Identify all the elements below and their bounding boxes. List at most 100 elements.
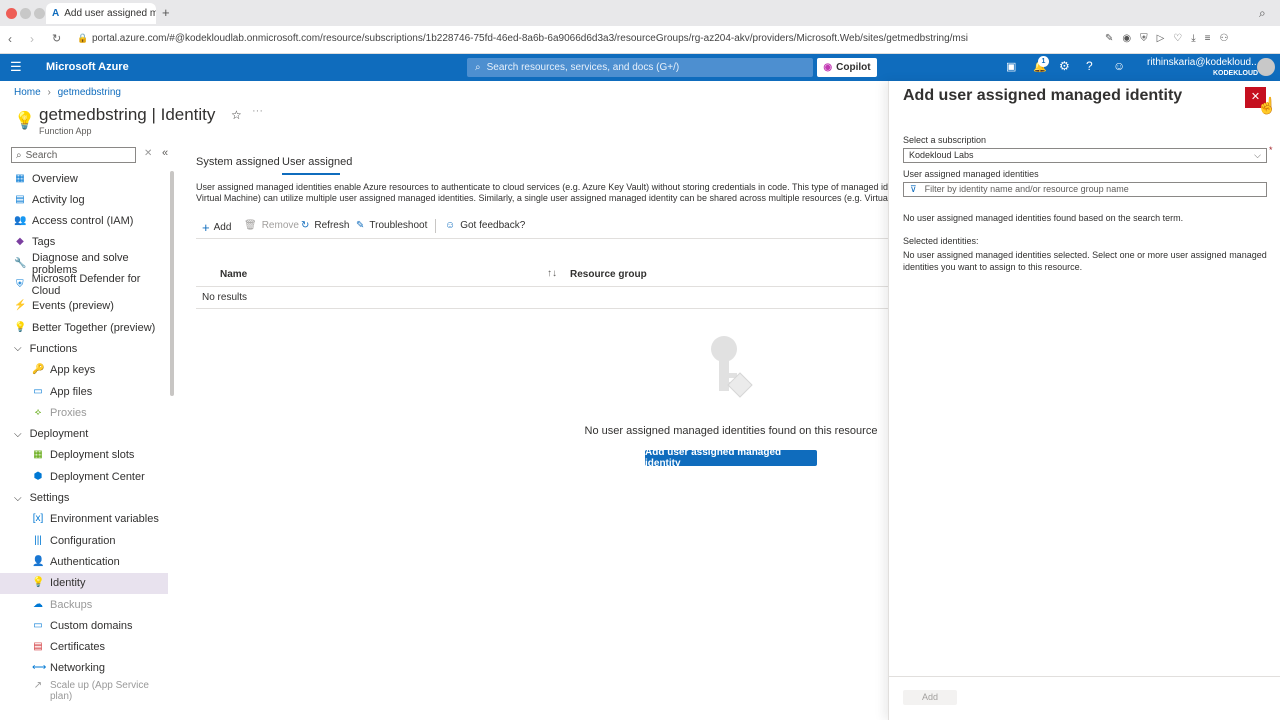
minimize-window-icon[interactable]: [20, 8, 31, 19]
sidebar-item-custom-domains[interactable]: ▭ Custom domains: [0, 615, 168, 636]
empty-identity-icon: [711, 336, 753, 398]
user-email[interactable]: rithinskaria@kodekloud...: [1147, 57, 1259, 68]
sidebar-item-diagnose-and-solve-problems[interactable]: 🔧 Diagnose and solve problems: [0, 252, 168, 276]
sidebar-item-configuration[interactable]: ||| Configuration: [0, 530, 168, 551]
sidebar-item-deployment-center[interactable]: ⬢ Deployment Center: [0, 466, 168, 487]
overview-icon: ▦: [15, 172, 25, 184]
sidebar-item-label: Proxies: [50, 406, 87, 419]
tab-system-assigned[interactable]: System assigned: [196, 156, 280, 168]
forward-icon[interactable]: ›: [30, 32, 34, 46]
azure-header: ☰ Microsoft Azure ⌕ Search resources, se…: [0, 54, 1280, 81]
back-icon[interactable]: ‹: [8, 32, 12, 46]
reload-icon[interactable]: ↻: [52, 32, 61, 45]
add-identity-panel: Add user assigned managed identity ✕ ☝ S…: [888, 81, 1280, 720]
breadcrumb-home[interactable]: Home: [14, 87, 41, 98]
sidebar-group-functions[interactable]: ⌵ Functions: [0, 338, 168, 359]
user-tenant: KODEKLOUD: [1213, 70, 1259, 77]
new-tab-icon[interactable]: +: [162, 5, 170, 20]
sidebar-item-networking[interactable]: ⟷ Networking: [0, 658, 168, 679]
brand-title[interactable]: Microsoft Azure: [46, 61, 129, 73]
sidebar-item-environment-variables[interactable]: [x] Environment variables: [0, 509, 168, 530]
sidebar-item-label: Tags: [32, 236, 56, 249]
sidebar-item-overview[interactable]: ▦ Overview: [0, 168, 168, 189]
network-icon: ⟷: [32, 662, 47, 674]
sidebar-item-authentication[interactable]: 👤 Authentication: [0, 551, 168, 572]
toolbar-divider: [435, 219, 436, 233]
description-line-1: User assigned managed identities enable …: [196, 182, 888, 192]
troubleshoot-button[interactable]: ✎ Troubleshoot: [356, 220, 427, 231]
sidebar-item-better-together-preview[interactable]: 💡 Better Together (preview): [0, 317, 168, 338]
help-icon[interactable]: ?: [1086, 59, 1093, 73]
remove-button[interactable]: 🗑 Remove: [244, 220, 299, 231]
refresh-icon: ↻: [301, 220, 310, 231]
chevron-down-icon: ⌵: [14, 428, 22, 440]
sidebar-item-access-control-iam[interactable]: 👥 Access control (IAM): [0, 211, 168, 232]
sidebar-item-backups[interactable]: ☁ Backups: [0, 594, 168, 615]
url-field[interactable]: portal.azure.com/#@kodekloudlab.onmicros…: [92, 33, 968, 44]
breadcrumb-resource[interactable]: getmedbstring: [58, 87, 121, 98]
copilot-icon: ◉: [823, 62, 833, 73]
sidebar-item-activity-log[interactable]: ▤ Activity log: [0, 189, 168, 210]
sidebar-item-certificates[interactable]: ▤ Certificates: [0, 637, 168, 658]
sidebar-item-label: Configuration: [50, 534, 116, 547]
sidebar-item-microsoft-defender-for-cloud[interactable]: ⛨ Microsoft Defender for Cloud: [0, 273, 168, 297]
sidebar-search-input[interactable]: ⌕ Search: [11, 147, 136, 163]
refresh-button[interactable]: ↻ Refresh: [301, 220, 349, 231]
subscription-label: Select a subscription: [903, 135, 987, 145]
add-identity-button[interactable]: Add user assigned managed identity: [645, 447, 817, 469]
sidebar-item-identity[interactable]: 💡 Identity: [0, 572, 168, 594]
search-tabs-icon[interactable]: ⌕: [1259, 6, 1266, 21]
sidebar-item-deployment-slots[interactable]: ▦ Deployment slots: [0, 445, 168, 466]
sidebar-item-scale-up-app-service-plan[interactable]: ↗ Scale up (App Service plan): [0, 679, 168, 705]
hamburger-menu-icon[interactable]: ☰: [10, 59, 22, 75]
sidebar-collapse-options-icon[interactable]: ✕: [144, 148, 152, 159]
sidebar-item-label: Activity log: [32, 193, 85, 206]
trash-icon: 🗑: [244, 220, 257, 231]
settings-gear-icon[interactable]: ⚙: [1059, 59, 1070, 73]
chevron-down-icon: ⌵: [14, 492, 22, 504]
sidebar-group-label: Settings: [29, 492, 70, 504]
sidebar-item-events-preview[interactable]: ⚡ Events (preview): [0, 296, 168, 317]
column-header-name[interactable]: Name: [220, 269, 247, 280]
add-button[interactable]: + Add: [202, 220, 231, 235]
lock-icon[interactable]: 🔒: [77, 33, 88, 44]
identity-icon: 💡: [32, 577, 45, 589]
wrench-icon: 🔧: [14, 257, 27, 269]
slots-icon: ▦: [33, 449, 43, 461]
troubleshoot-label: Troubleshoot: [369, 220, 428, 231]
sidebar-item-label: Deployment slots: [50, 449, 135, 462]
identity-filter-input[interactable]: ⊽ Filter by identity name and/or resourc…: [903, 182, 1267, 197]
sidebar-item-app-files[interactable]: ▭ App files: [0, 381, 168, 402]
auth-icon: 👤: [32, 555, 45, 567]
sidebar-item-label: Networking: [50, 662, 106, 675]
maximize-window-icon[interactable]: [34, 8, 45, 19]
certificate-icon: ▤: [33, 641, 43, 653]
main-content: System assigned User assigned User assig…: [168, 81, 888, 720]
sidebar-item-app-keys[interactable]: 🔑 App keys: [0, 360, 168, 381]
feedback-button[interactable]: ☺ Got feedback?: [445, 220, 525, 231]
sidebar-group-settings[interactable]: ⌵ Settings: [0, 488, 168, 509]
panel-footer-divider: [889, 676, 1280, 677]
sidebar-item-proxies[interactable]: ⟡ Proxies: [0, 402, 168, 423]
browser-toolbar-icons[interactable]: ✎◉⛨▷♡⤓≡⚇: [1105, 33, 1237, 44]
panel-add-button[interactable]: Add: [903, 690, 957, 705]
browser-tab[interactable]: A Add user assigned man...: [46, 3, 156, 24]
sidebar-item-tags[interactable]: ◆ Tags: [0, 232, 168, 253]
tab-user-assigned[interactable]: User assigned: [282, 156, 352, 168]
copilot-button[interactable]: ◉ Copilot: [817, 58, 877, 77]
address-bar-row: ‹ › ↻ 🔒 portal.azure.com/#@kodekloudlab.…: [0, 26, 1280, 54]
sidebar-search-placeholder: Search: [25, 149, 58, 161]
avatar[interactable]: [1257, 58, 1275, 76]
feedback-icon[interactable]: ☺: [1113, 59, 1125, 73]
column-header-resource-group[interactable]: Resource group: [570, 269, 647, 280]
subscription-select[interactable]: Kodekloud Labs ⌵: [903, 148, 1267, 163]
close-window-icon[interactable]: [6, 8, 17, 19]
table-row-divider: [196, 308, 888, 309]
description-line-2: Virtual Machine) can utilize multiple us…: [196, 193, 888, 203]
cloud-shell-icon[interactable]: ▣: [1006, 60, 1016, 73]
sidebar-group-deployment[interactable]: ⌵ Deployment: [0, 424, 168, 445]
sort-icon[interactable]: ↑↓: [547, 268, 557, 279]
global-search-input[interactable]: ⌕ Search resources, services, and docs (…: [467, 58, 813, 77]
sidebar-item-label: Overview: [32, 172, 78, 185]
shield-icon: ⛨: [16, 279, 24, 290]
